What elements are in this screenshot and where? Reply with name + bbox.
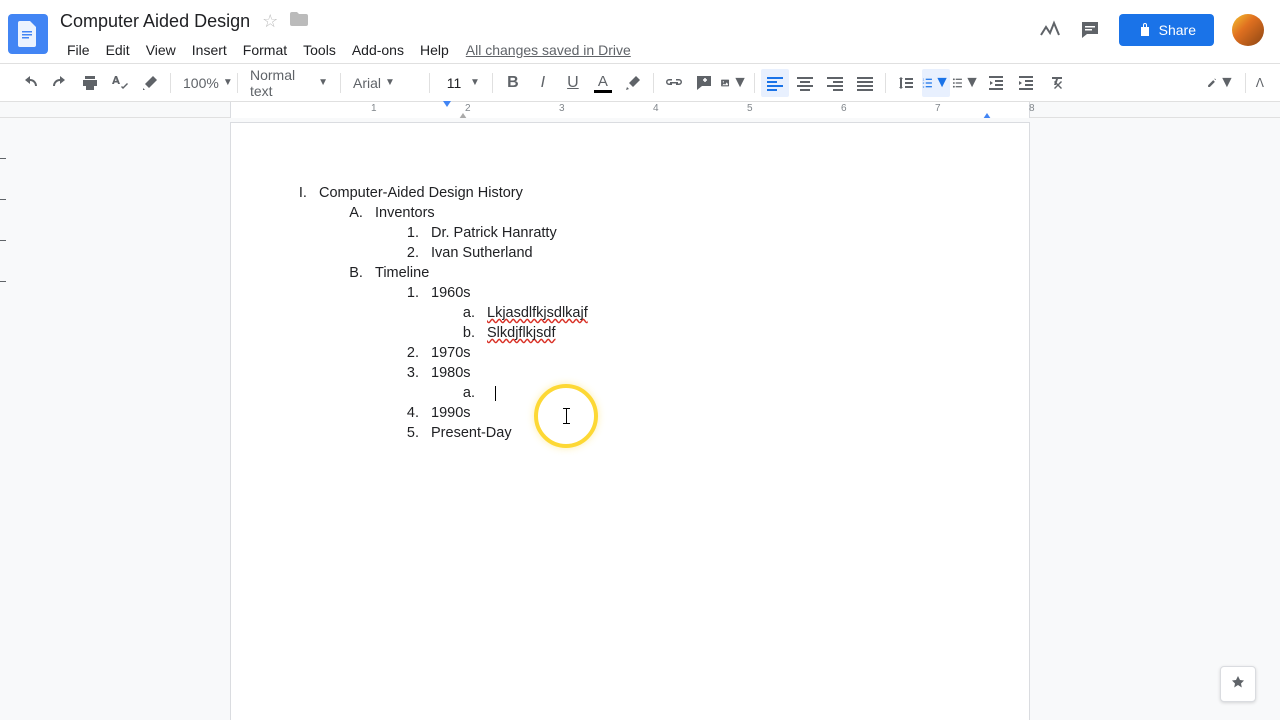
ruler-mark: 5	[747, 103, 753, 114]
list-item[interactable]: Present-Day	[423, 423, 973, 443]
star-icon[interactable]: ☆	[262, 11, 278, 32]
ruler-mark: 4	[653, 103, 659, 114]
menu-addons[interactable]: Add-ons	[345, 38, 411, 62]
bold-button[interactable]: B	[499, 69, 527, 97]
activity-icon[interactable]	[1039, 19, 1061, 41]
increase-indent-button[interactable]	[1012, 69, 1040, 97]
list-item[interactable]: Dr. Patrick Hanratty	[423, 223, 973, 243]
list-item[interactable]: Slkdjflkjsdf	[479, 323, 973, 343]
list-item[interactable]: 1990s	[423, 403, 973, 423]
titlebar-right: Share	[1039, 14, 1264, 46]
text-color-button[interactable]: A	[589, 69, 617, 97]
numbered-list-button[interactable]: 123▼	[922, 69, 950, 97]
folder-icon[interactable]	[290, 12, 308, 31]
list-item[interactable]	[479, 383, 973, 403]
menu-edit[interactable]: Edit	[99, 38, 137, 62]
paragraph-style-select[interactable]: Normal text▼	[244, 69, 334, 97]
underline-button[interactable]: U	[559, 69, 587, 97]
undo-button[interactable]	[16, 69, 44, 97]
align-left-button[interactable]	[761, 69, 789, 97]
docs-logo[interactable]	[8, 14, 48, 54]
menu-view[interactable]: View	[139, 38, 183, 62]
list-item[interactable]: 1970s	[423, 343, 973, 363]
highlight-button[interactable]	[619, 69, 647, 97]
print-button[interactable]	[76, 69, 104, 97]
toolbar-separator	[429, 73, 430, 93]
text-caret	[495, 386, 496, 401]
titlebar: Computer Aided Design ☆ File Edit View I…	[0, 0, 1280, 64]
avatar[interactable]	[1232, 14, 1264, 46]
document-area: Computer-Aided Design History Inventors …	[0, 118, 1280, 720]
toolbar-separator	[1245, 73, 1246, 93]
list-item[interactable]: Ivan Sutherland	[423, 243, 973, 263]
editing-mode-button[interactable]: ▼	[1207, 69, 1235, 97]
share-button[interactable]: Share	[1119, 14, 1214, 46]
spellcheck-button[interactable]	[106, 69, 134, 97]
first-line-indent-marker[interactable]	[443, 101, 451, 107]
misspelled-text: Slkdjflkjsdf	[487, 325, 556, 341]
list-item[interactable]: Lkjasdlfkjsdlkajf	[479, 303, 973, 323]
svg-text:3: 3	[923, 84, 925, 88]
explore-button[interactable]	[1220, 666, 1256, 702]
save-status[interactable]: All changes saved in Drive	[466, 42, 631, 58]
font-size-input[interactable]: ▼	[436, 69, 486, 97]
menu-help[interactable]: Help	[413, 38, 456, 62]
ruler-mark: 3	[559, 103, 565, 114]
image-button[interactable]: ▼	[720, 69, 748, 97]
ruler[interactable]: 1 2 3 4 5 6 7 8	[0, 102, 1280, 118]
toolbar-separator	[885, 73, 886, 93]
link-button[interactable]	[660, 69, 688, 97]
decrease-indent-button[interactable]	[982, 69, 1010, 97]
font-select[interactable]: Arial▼	[347, 69, 423, 97]
toolbar: 100%▼ Normal text▼ Arial▼ ▼ B I U A ▼ 12…	[0, 64, 1280, 102]
menu-insert[interactable]: Insert	[185, 38, 234, 62]
toolbar-separator	[492, 73, 493, 93]
menu-format[interactable]: Format	[236, 38, 294, 62]
comment-button[interactable]	[690, 69, 718, 97]
ruler-mark: 6	[841, 103, 847, 114]
ruler-mark: 1	[371, 103, 377, 114]
line-spacing-button[interactable]	[892, 69, 920, 97]
italic-button[interactable]: I	[529, 69, 557, 97]
align-right-button[interactable]	[821, 69, 849, 97]
toolbar-separator	[653, 73, 654, 93]
align-justify-button[interactable]	[851, 69, 879, 97]
comments-icon[interactable]	[1079, 19, 1101, 41]
list-item[interactable]: 1980s	[423, 363, 973, 403]
list-item[interactable]: 1960s Lkjasdlfkjsdlkajf Slkdjflkjsdf	[423, 283, 973, 343]
share-label: Share	[1159, 22, 1196, 38]
menu-tools[interactable]: Tools	[296, 38, 343, 62]
ruler-mark: 8	[1029, 103, 1035, 114]
clear-formatting-button[interactable]	[1042, 69, 1070, 97]
doc-title[interactable]: Computer Aided Design	[60, 11, 250, 32]
menu-bar: File Edit View Insert Format Tools Add-o…	[60, 38, 1039, 62]
list-item[interactable]: Computer-Aided Design History Inventors …	[311, 183, 973, 443]
outline-heading: Computer-Aided Design History	[319, 185, 523, 201]
toolbar-separator	[237, 73, 238, 93]
align-center-button[interactable]	[791, 69, 819, 97]
redo-button[interactable]	[46, 69, 74, 97]
paint-format-button[interactable]	[136, 69, 164, 97]
ruler-mark: 7	[935, 103, 941, 114]
misspelled-text: Lkjasdlfkjsdlkajf	[487, 305, 588, 321]
bulleted-list-button[interactable]: ▼	[952, 69, 980, 97]
outline-rail[interactable]	[0, 118, 8, 720]
toolbar-separator	[170, 73, 171, 93]
hide-menus-button[interactable]: ᐱ	[1256, 76, 1264, 90]
title-area: Computer Aided Design ☆ File Edit View I…	[60, 8, 1039, 62]
toolbar-separator	[754, 73, 755, 93]
menu-file[interactable]: File	[60, 38, 97, 62]
list-item[interactable]: Timeline 1960s Lkjasdlfkjsdlkajf Slkdjfl…	[367, 263, 973, 443]
page[interactable]: Computer-Aided Design History Inventors …	[230, 122, 1030, 720]
list-item[interactable]: Inventors Dr. Patrick Hanratty Ivan Suth…	[367, 203, 973, 263]
zoom-select[interactable]: 100%▼	[177, 69, 231, 97]
toolbar-separator	[340, 73, 341, 93]
